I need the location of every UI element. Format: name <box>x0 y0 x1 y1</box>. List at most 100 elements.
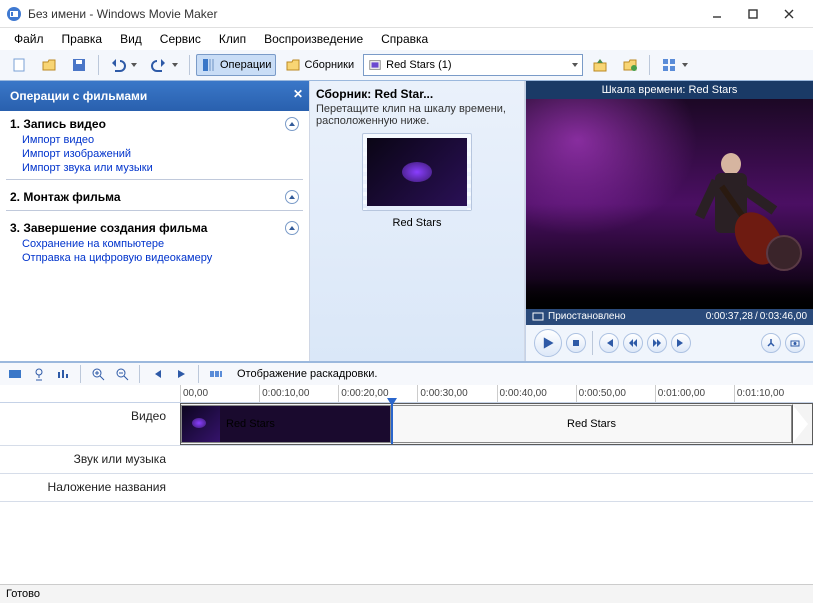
preview-statusbar: Приостановлено 0:00:37,28 / 0:03:46,00 <box>526 309 813 325</box>
storyboard-icon[interactable] <box>207 365 225 383</box>
clip-thumbnail-label: Red Stars <box>393 217 442 229</box>
ruler-tick: 0:01:10,00 <box>734 385 813 402</box>
timeline-play-icon[interactable] <box>172 365 190 383</box>
new-folder-button[interactable] <box>617 54 643 76</box>
collections-button[interactable]: Сборники <box>280 54 359 76</box>
taskpane-header: Операции с фильмами ✕ <box>0 81 309 111</box>
timeline-clip[interactable]: Red Stars <box>181 405 391 443</box>
ruler-tick: 0:00:20,00 <box>338 385 417 402</box>
maximize-button[interactable] <box>735 3 771 25</box>
titlebar: Без имени - Windows Movie Maker <box>0 0 813 28</box>
stop-button[interactable] <box>566 333 586 353</box>
timeline-toolbar: Отображение раскадровки. <box>0 363 813 385</box>
preview-status: Приостановлено <box>544 311 706 323</box>
collection-title: Сборник: Red Star... <box>316 87 518 101</box>
combo-value: Red Stars (1) <box>386 59 566 71</box>
preview-time-current: 0:00:37,28 <box>706 311 753 323</box>
clip-label: Red Stars <box>226 418 275 430</box>
taskpane-title: Операции с фильмами <box>10 89 147 103</box>
menu-clip[interactable]: Клип <box>211 30 254 48</box>
window-title: Без имени - Windows Movie Maker <box>28 7 699 21</box>
task-section-edit: 2. Монтаж фильма <box>0 184 309 206</box>
collapse-icon[interactable] <box>285 117 299 131</box>
taskpane-close-icon[interactable]: ✕ <box>293 87 303 101</box>
ruler-tick: 0:01:00,00 <box>655 385 734 402</box>
timeline-clip[interactable]: Red Stars <box>391 405 792 443</box>
play-button[interactable] <box>534 329 562 357</box>
status-bar: Готово <box>0 584 813 603</box>
rewind-button[interactable] <box>623 333 643 353</box>
preview-title: Шкала времени: Red Stars <box>526 81 813 99</box>
monitor-icon <box>532 311 544 323</box>
preview-time-total: 0:03:46,00 <box>760 311 807 323</box>
menu-play[interactable]: Воспроизведение <box>256 30 371 48</box>
open-button[interactable] <box>36 54 62 76</box>
ruler-tick: 00,00 <box>180 385 259 402</box>
close-button[interactable] <box>771 3 807 25</box>
up-folder-button[interactable] <box>587 54 613 76</box>
send-camera-link[interactable]: Отправка на цифровую видеокамеру <box>0 251 309 265</box>
collection-hint: Перетащите клип на шкалу времени, распол… <box>316 103 518 127</box>
undo-button[interactable] <box>105 54 142 76</box>
audio-track-body[interactable] <box>180 446 813 473</box>
audio-track: Звук или музыка <box>0 446 813 474</box>
timeline-view-icon[interactable] <box>6 365 24 383</box>
menu-tools[interactable]: Сервис <box>152 30 209 48</box>
save-button[interactable] <box>66 54 92 76</box>
title-track-label: Наложение названия <box>0 474 180 501</box>
ruler-tick: 0:00:30,00 <box>417 385 496 402</box>
new-button[interactable] <box>6 54 32 76</box>
playhead[interactable] <box>391 404 393 444</box>
clip-label: Red Stars <box>567 418 616 430</box>
task-section-capture: 1. Запись видео <box>0 111 309 133</box>
main-toolbar: Операции Сборники Red Stars (1) <box>0 50 813 81</box>
clip-thumbnail[interactable] <box>362 133 472 211</box>
storyboard-label[interactable]: Отображение раскадровки. <box>231 366 383 382</box>
video-track-body[interactable]: Red Stars Red Stars <box>180 403 813 445</box>
main-area: Операции с фильмами ✕ 1. Запись видео Им… <box>0 81 813 361</box>
timeline-ruler[interactable]: 00,00 0:00:10,00 0:00:20,00 0:00:30,00 0… <box>0 385 813 403</box>
redo-button[interactable] <box>146 54 183 76</box>
ruler-tick: 0:00:10,00 <box>259 385 338 402</box>
preview-pane: Шкала времени: Red Stars Приостановлено … <box>525 81 813 361</box>
collapse-icon[interactable] <box>285 190 299 204</box>
import-audio-link[interactable]: Импорт звука или музыки <box>0 161 309 175</box>
save-computer-link[interactable]: Сохранение на компьютере <box>0 237 309 251</box>
next-clip-button[interactable] <box>671 333 691 353</box>
clip-end-handle[interactable] <box>792 404 812 444</box>
menu-help[interactable]: Справка <box>373 30 436 48</box>
preview-video[interactable] <box>526 99 813 309</box>
timeline-area: Отображение раскадровки. 00,00 0:00:10,0… <box>0 361 813 584</box>
operations-label: Операции <box>220 59 271 71</box>
title-track-body[interactable] <box>180 474 813 501</box>
import-images-link[interactable]: Импорт изображений <box>0 147 309 161</box>
menu-view[interactable]: Вид <box>112 30 150 48</box>
operations-button[interactable]: Операции <box>196 54 276 76</box>
zoom-out-icon[interactable] <box>113 365 131 383</box>
minimize-button[interactable] <box>699 3 735 25</box>
import-video-link[interactable]: Импорт видео <box>0 133 309 147</box>
app-icon <box>6 6 22 22</box>
task-pane: Операции с фильмами ✕ 1. Запись видео Им… <box>0 81 310 361</box>
collection-pane: Сборник: Red Star... Перетащите клип на … <box>310 81 525 361</box>
views-button[interactable] <box>656 54 693 76</box>
task-section-finish: 3. Завершение создания фильма <box>0 215 309 237</box>
collection-combo[interactable]: Red Stars (1) <box>363 54 583 76</box>
narration-icon[interactable] <box>30 365 48 383</box>
split-button[interactable] <box>761 333 781 353</box>
collapse-icon[interactable] <box>285 221 299 235</box>
audio-track-label: Звук или музыка <box>0 446 180 473</box>
ruler-tick: 0:00:40,00 <box>497 385 576 402</box>
film-icon <box>368 58 382 72</box>
forward-button[interactable] <box>647 333 667 353</box>
prev-clip-button[interactable] <box>599 333 619 353</box>
video-track-label: Видео <box>0 403 180 445</box>
playback-controls <box>526 325 813 361</box>
menu-edit[interactable]: Правка <box>54 30 111 48</box>
menu-file[interactable]: Файл <box>6 30 52 48</box>
audio-levels-icon[interactable] <box>54 365 72 383</box>
title-track: Наложение названия <box>0 474 813 502</box>
zoom-in-icon[interactable] <box>89 365 107 383</box>
timeline-rewind-icon[interactable] <box>148 365 166 383</box>
snapshot-button[interactable] <box>785 333 805 353</box>
